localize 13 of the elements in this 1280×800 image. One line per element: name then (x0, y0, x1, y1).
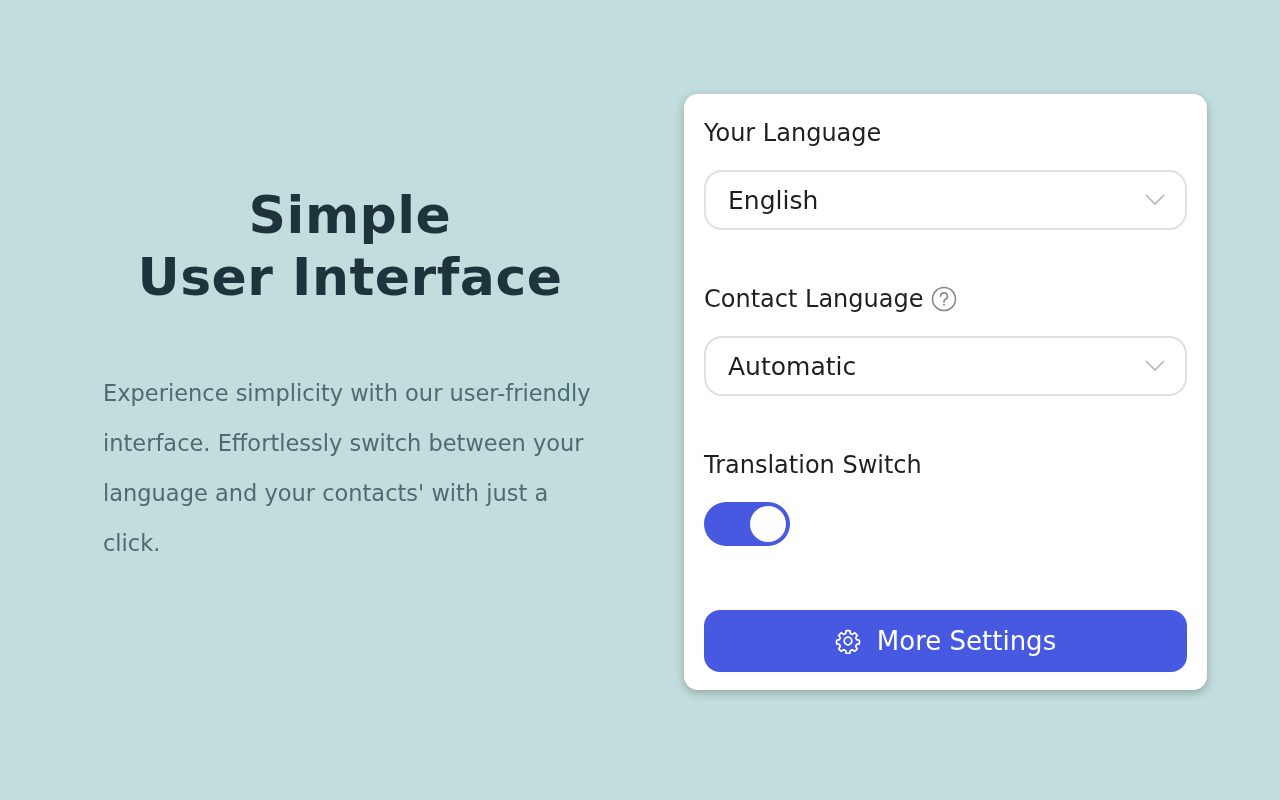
page-title: Simple User Interface (136, 184, 564, 308)
field-label: Contact Language (704, 285, 924, 313)
language-dropdown[interactable]: Automatic (704, 336, 1187, 396)
chevron-down-icon (1145, 194, 1165, 206)
language-dropdown[interactable]: English (704, 170, 1187, 230)
help-icon[interactable] (931, 286, 958, 312)
description: Experience simplicity with our user-friendly interface. Effortlessly switch between your language and your contacts' with just a click. (103, 379, 592, 558)
more-settings-button[interactable]: More Settings (704, 610, 1187, 672)
field-label: Translation Switch (704, 451, 922, 479)
chevron-down-icon (1145, 360, 1165, 372)
toggle-switch[interactable] (704, 502, 790, 546)
field-label: Your Language (704, 119, 882, 147)
settings-icon (834, 628, 861, 654)
